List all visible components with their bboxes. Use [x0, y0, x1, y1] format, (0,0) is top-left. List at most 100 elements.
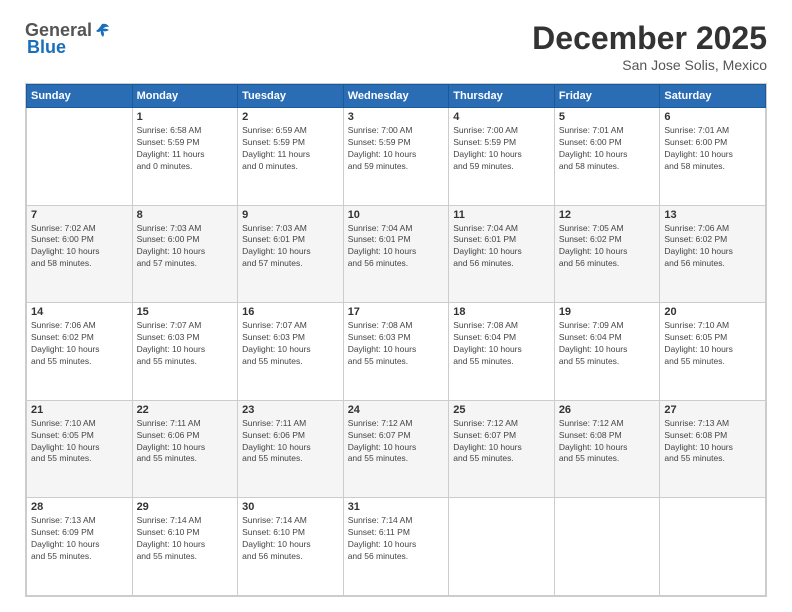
calendar-cell: 12Sunrise: 7:05 AM Sunset: 6:02 PM Dayli…: [554, 205, 660, 303]
calendar-cell: [660, 498, 766, 596]
day-number: 10: [348, 209, 445, 221]
calendar-cell: 17 Sunrise: 7:08 AM Sunset: 6:03 PM Dayli…: [343, 303, 449, 401]
calendar-week-4: 21 Sunrise: 7:10 AM Sunset: 6:05 PM Dayli…: [27, 400, 766, 498]
calendar-week-5: 28Sunrise: 7:13 AM Sunset: 6:09 PM Dayli…: [27, 498, 766, 596]
calendar: SundayMondayTuesdayWednesdayThursdayFrid…: [25, 83, 767, 597]
calendar-header-friday: Friday: [554, 85, 660, 108]
day-number: 30: [242, 501, 339, 513]
calendar-cell: 9 Sunrise: 7:03 AM Sunset: 6:01 PM Daylig…: [238, 205, 344, 303]
day-info: Sunrise: 7:00 AM Sunset: 5:59 PM Dayligh…: [348, 125, 445, 173]
day-info: Sunrise: 7:03 AM Sunset: 6:01 PM Dayligh…: [242, 223, 339, 271]
calendar-cell: 5 Sunrise: 7:01 AM Sunset: 6:00 PM Daylig…: [554, 108, 660, 206]
calendar-cell: 21 Sunrise: 7:10 AM Sunset: 6:05 PM Dayli…: [27, 400, 133, 498]
calendar-cell: 11Sunrise: 7:04 AM Sunset: 6:01 PM Dayli…: [449, 205, 555, 303]
day-info: Sunrise: 7:14 AM Sunset: 6:10 PM Dayligh…: [137, 515, 234, 563]
calendar-cell: 26 Sunrise: 7:12 AM Sunset: 6:08 PM Dayli…: [554, 400, 660, 498]
calendar-cell: [27, 108, 133, 206]
logo-blue: Blue: [27, 37, 66, 58]
day-number: 16: [242, 306, 339, 318]
day-info: Sunrise: 7:11 AM Sunset: 6:06 PM Dayligh…: [137, 418, 234, 466]
day-number: 21: [31, 404, 128, 416]
day-info: Sunrise: 7:11 AM Sunset: 6:06 PM Dayligh…: [242, 418, 339, 466]
day-number: 9: [242, 209, 339, 221]
location: San Jose Solis, Mexico: [532, 57, 767, 73]
calendar-cell: 15 Sunrise: 7:07 AM Sunset: 6:03 PM Dayli…: [132, 303, 238, 401]
day-number: 2: [242, 111, 339, 123]
calendar-cell: 1Sunrise: 6:58 AM Sunset: 5:59 PM Daylig…: [132, 108, 238, 206]
calendar-cell: 23 Sunrise: 7:11 AM Sunset: 6:06 PM Dayli…: [238, 400, 344, 498]
day-number: 1: [137, 111, 234, 123]
calendar-cell: 31Sunrise: 7:14 AM Sunset: 6:11 PM Dayli…: [343, 498, 449, 596]
day-info: Sunrise: 7:08 AM Sunset: 6:04 PM Dayligh…: [453, 320, 550, 368]
day-number: 3: [348, 111, 445, 123]
calendar-cell: 28Sunrise: 7:13 AM Sunset: 6:09 PM Dayli…: [27, 498, 133, 596]
day-info: Sunrise: 7:06 AM Sunset: 6:02 PM Dayligh…: [664, 223, 761, 271]
calendar-cell: 14Sunrise: 7:06 AM Sunset: 6:02 PM Dayli…: [27, 303, 133, 401]
calendar-header-row: SundayMondayTuesdayWednesdayThursdayFrid…: [27, 85, 766, 108]
calendar-cell: 13Sunrise: 7:06 AM Sunset: 6:02 PM Dayli…: [660, 205, 766, 303]
day-number: 4: [453, 111, 550, 123]
day-number: 26: [559, 404, 656, 416]
day-number: 27: [664, 404, 761, 416]
day-number: 8: [137, 209, 234, 221]
day-info: Sunrise: 7:13 AM Sunset: 6:09 PM Dayligh…: [31, 515, 128, 563]
day-info: Sunrise: 7:01 AM Sunset: 6:00 PM Dayligh…: [559, 125, 656, 173]
calendar-week-2: 7Sunrise: 7:02 AM Sunset: 6:00 PM Daylig…: [27, 205, 766, 303]
day-number: 5: [559, 111, 656, 123]
day-number: 24: [348, 404, 445, 416]
day-number: 19: [559, 306, 656, 318]
day-number: 18: [453, 306, 550, 318]
day-number: 17: [348, 306, 445, 318]
day-number: 23: [242, 404, 339, 416]
calendar-cell: 7Sunrise: 7:02 AM Sunset: 6:00 PM Daylig…: [27, 205, 133, 303]
day-info: Sunrise: 7:06 AM Sunset: 6:02 PM Dayligh…: [31, 320, 128, 368]
day-number: 20: [664, 306, 761, 318]
calendar-week-1: 1Sunrise: 6:58 AM Sunset: 5:59 PM Daylig…: [27, 108, 766, 206]
calendar-header-tuesday: Tuesday: [238, 85, 344, 108]
calendar-cell: [449, 498, 555, 596]
calendar-cell: 27 Sunrise: 7:13 AM Sunset: 6:08 PM Dayli…: [660, 400, 766, 498]
day-info: Sunrise: 7:10 AM Sunset: 6:05 PM Dayligh…: [31, 418, 128, 466]
calendar-cell: 16 Sunrise: 7:07 AM Sunset: 6:03 PM Dayli…: [238, 303, 344, 401]
calendar-cell: 10Sunrise: 7:04 AM Sunset: 6:01 PM Dayli…: [343, 205, 449, 303]
calendar-cell: 4 Sunrise: 7:00 AM Sunset: 5:59 PM Daylig…: [449, 108, 555, 206]
day-info: Sunrise: 7:08 AM Sunset: 6:03 PM Dayligh…: [348, 320, 445, 368]
day-number: 12: [559, 209, 656, 221]
logo: General Blue: [25, 20, 112, 58]
header: General Blue December 2025 San Jose Soli…: [25, 20, 767, 73]
page: General Blue December 2025 San Jose Soli…: [0, 0, 792, 612]
day-info: Sunrise: 6:59 AM Sunset: 5:59 PM Dayligh…: [242, 125, 339, 173]
day-number: 25: [453, 404, 550, 416]
day-info: Sunrise: 7:00 AM Sunset: 5:59 PM Dayligh…: [453, 125, 550, 173]
day-info: Sunrise: 7:07 AM Sunset: 6:03 PM Dayligh…: [137, 320, 234, 368]
day-info: Sunrise: 7:14 AM Sunset: 6:11 PM Dayligh…: [348, 515, 445, 563]
day-info: Sunrise: 7:12 AM Sunset: 6:07 PM Dayligh…: [453, 418, 550, 466]
calendar-header-sunday: Sunday: [27, 85, 133, 108]
calendar-week-3: 14Sunrise: 7:06 AM Sunset: 6:02 PM Dayli…: [27, 303, 766, 401]
calendar-cell: 3 Sunrise: 7:00 AM Sunset: 5:59 PM Daylig…: [343, 108, 449, 206]
calendar-cell: [554, 498, 660, 596]
day-info: Sunrise: 7:10 AM Sunset: 6:05 PM Dayligh…: [664, 320, 761, 368]
calendar-cell: 2 Sunrise: 6:59 AM Sunset: 5:59 PM Daylig…: [238, 108, 344, 206]
day-number: 6: [664, 111, 761, 123]
day-info: Sunrise: 7:14 AM Sunset: 6:10 PM Dayligh…: [242, 515, 339, 563]
calendar-header-thursday: Thursday: [449, 85, 555, 108]
calendar-cell: 25 Sunrise: 7:12 AM Sunset: 6:07 PM Dayli…: [449, 400, 555, 498]
calendar-header-saturday: Saturday: [660, 85, 766, 108]
day-info: Sunrise: 7:12 AM Sunset: 6:08 PM Dayligh…: [559, 418, 656, 466]
calendar-header-wednesday: Wednesday: [343, 85, 449, 108]
day-info: Sunrise: 7:01 AM Sunset: 6:00 PM Dayligh…: [664, 125, 761, 173]
day-number: 11: [453, 209, 550, 221]
day-number: 7: [31, 209, 128, 221]
calendar-cell: 20 Sunrise: 7:10 AM Sunset: 6:05 PM Dayli…: [660, 303, 766, 401]
calendar-cell: 22 Sunrise: 7:11 AM Sunset: 6:06 PM Dayli…: [132, 400, 238, 498]
title-section: December 2025 San Jose Solis, Mexico: [532, 20, 767, 73]
calendar-cell: 24Sunrise: 7:12 AM Sunset: 6:07 PM Dayli…: [343, 400, 449, 498]
calendar-cell: 29Sunrise: 7:14 AM Sunset: 6:10 PM Dayli…: [132, 498, 238, 596]
day-info: Sunrise: 7:13 AM Sunset: 6:08 PM Dayligh…: [664, 418, 761, 466]
day-number: 22: [137, 404, 234, 416]
day-number: 15: [137, 306, 234, 318]
day-info: Sunrise: 7:07 AM Sunset: 6:03 PM Dayligh…: [242, 320, 339, 368]
calendar-cell: 6 Sunrise: 7:01 AM Sunset: 6:00 PM Daylig…: [660, 108, 766, 206]
calendar-header-monday: Monday: [132, 85, 238, 108]
